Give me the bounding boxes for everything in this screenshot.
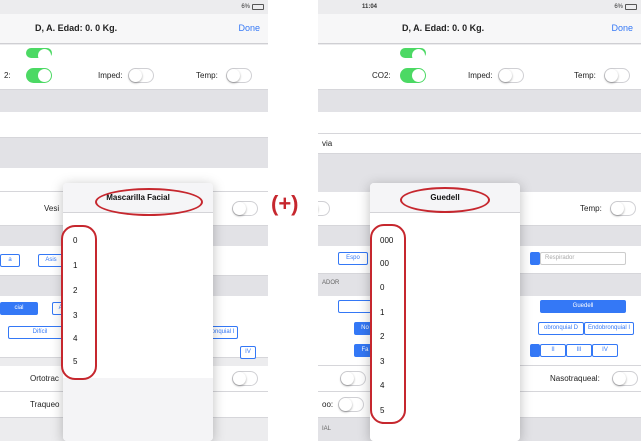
battery-label: 6% (241, 4, 250, 10)
status-bar: 11:04 6% (318, 0, 641, 14)
plus-annotation: (+) (271, 191, 299, 216)
segment-espo[interactable]: Espo (338, 252, 368, 265)
nasotraqueal-label: Nasotraqueal: (550, 374, 600, 383)
imped-toggle[interactable] (128, 68, 154, 83)
battery-icon (252, 4, 264, 10)
popover-footer (63, 378, 213, 441)
segment-iii[interactable]: III (566, 344, 592, 357)
right-screenshot: 11:04 6% D, A. Edad: 0. 0 Kg. Done CO2: … (318, 0, 641, 441)
co2-toggle[interactable] (400, 68, 426, 83)
segment-iv[interactable]: IV (592, 344, 618, 357)
resp-toggle[interactable] (26, 48, 52, 62)
left-toggle-2[interactable] (340, 371, 366, 386)
time-label: 11:04 (362, 4, 378, 10)
done-button[interactable]: Done (611, 23, 633, 33)
segment-guedell[interactable]: Guedell (540, 300, 626, 313)
via-label: via (322, 139, 333, 148)
co2-label: 2: (4, 71, 11, 80)
vitals-row: 2: Imped: Temp: (0, 45, 268, 90)
nav-bar: D, A. Edad: 0. 0 Kg. Done (318, 14, 641, 44)
resp-toggle[interactable] (400, 48, 426, 62)
segment-selected[interactable] (530, 252, 540, 265)
battery-label: 6% (614, 4, 623, 10)
co2-toggle[interactable] (26, 68, 52, 83)
imped-toggle[interactable] (498, 68, 524, 83)
ial-label: IAL (322, 426, 332, 432)
segment-blank[interactable] (338, 300, 374, 313)
battery-icon (625, 4, 637, 10)
segment-endobronquial-i[interactable]: Endobronquial I (584, 322, 634, 335)
temp2-label: Temp: (580, 204, 602, 213)
section-band (0, 90, 268, 112)
section-band (318, 90, 641, 112)
segment-cial[interactable]: cial (0, 302, 38, 315)
done-button[interactable]: Done (238, 23, 260, 33)
imped-label: Imped: (468, 71, 493, 80)
title-highlight-oval (95, 188, 203, 216)
temp2-toggle[interactable] (610, 201, 636, 216)
temp-label: Temp: (196, 71, 218, 80)
segment-a[interactable]: a (0, 254, 20, 267)
patient-title: D, A. Edad: 0. 0 Kg. (402, 23, 485, 33)
nav-bar: D, A. Edad: 0. 0 Kg. Done (0, 14, 268, 44)
oo-label: oo: (322, 400, 334, 409)
ador-label: ADOR (322, 280, 340, 286)
left-toggle[interactable] (318, 201, 330, 216)
segment-endobronquial-d[interactable]: obronquial D (538, 322, 584, 335)
left-screenshot: 6% D, A. Edad: 0. 0 Kg. Done 2: Imped: T… (0, 0, 268, 441)
via-row: via (318, 134, 641, 154)
status-bar: 6% (0, 0, 268, 14)
blank-row (0, 112, 268, 138)
traqueo-label: Traqueo (30, 400, 60, 409)
oo-toggle[interactable] (338, 397, 364, 412)
vesi-toggle[interactable] (232, 201, 258, 216)
patient-title: D, A. Edad: 0. 0 Kg. (35, 23, 118, 33)
list-highlight-oval (61, 225, 97, 380)
title-highlight-oval (400, 187, 490, 213)
ortotrac-toggle[interactable] (232, 371, 258, 386)
ortotrac-label: Ortotrac (30, 374, 59, 383)
co2-label: CO2: (372, 71, 391, 80)
segment-iv[interactable]: IV (240, 346, 256, 359)
vitals-row: CO2: Imped: Temp: (318, 45, 641, 90)
vesi-label: Vesi (44, 204, 60, 213)
comparison-stage: 6% D, A. Edad: 0. 0 Kg. Done 2: Imped: T… (0, 0, 641, 441)
list-highlight-oval (370, 224, 406, 424)
segment-ii[interactable]: II (540, 344, 566, 357)
blank-row (318, 112, 641, 134)
imped-label: Imped: (98, 71, 123, 80)
temp-toggle[interactable] (226, 68, 252, 83)
segment-i[interactable] (530, 344, 540, 357)
section-band (0, 138, 268, 168)
temp-toggle[interactable] (604, 68, 630, 83)
temp-label: Temp: (574, 71, 596, 80)
respirador-field[interactable]: Respirador (540, 252, 626, 265)
nasotraqueal-toggle[interactable] (612, 371, 638, 386)
